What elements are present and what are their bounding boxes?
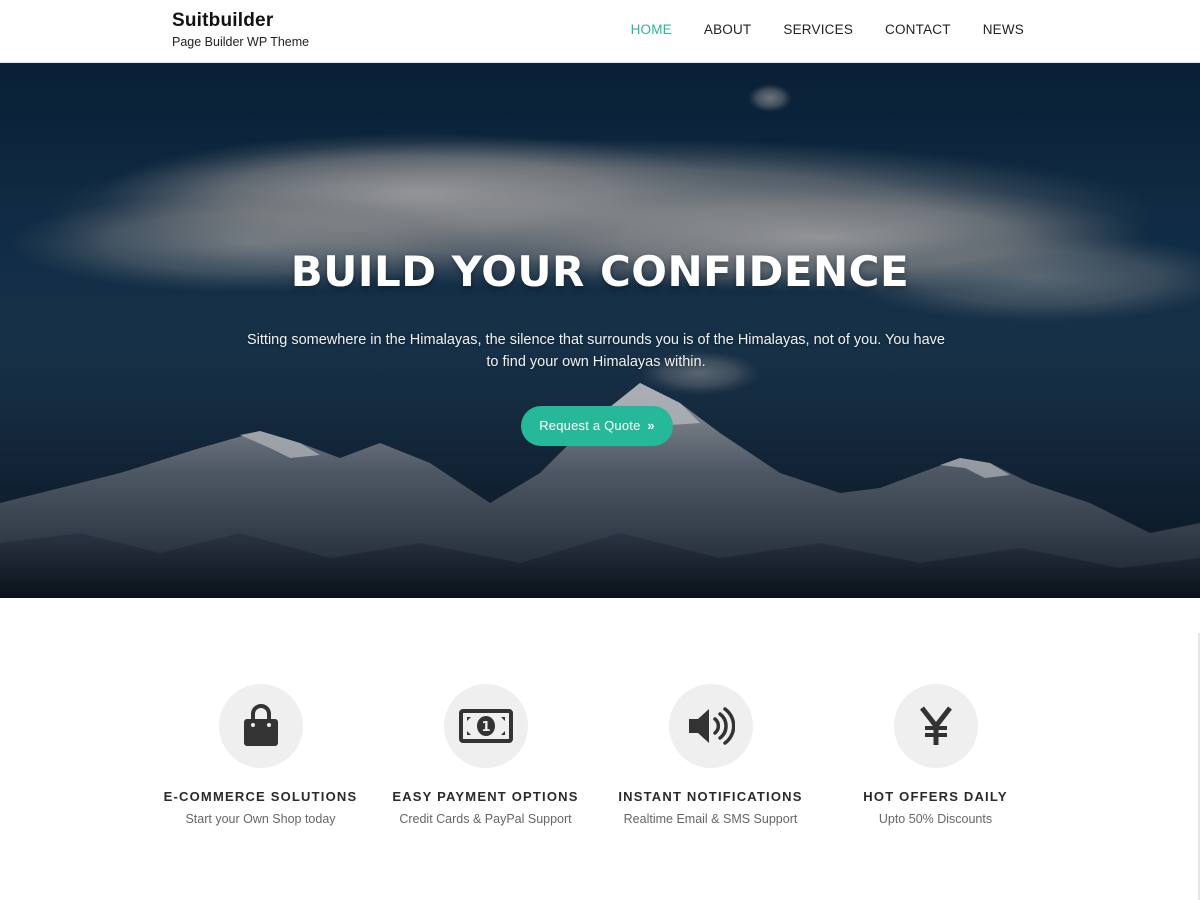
site-title-link[interactable]: Suitbuilder [172,10,309,32]
feature-offers: HOT OFFERS DAILY Upto 50% Discounts [823,684,1048,828]
feature-subtitle: Upto 50% Discounts [878,812,993,826]
nav-item-news[interactable]: NEWS [983,21,1024,39]
feature-icon-circle [218,684,303,768]
volume-up-icon [688,707,735,745]
nav-item-contact[interactable]: CONTACT [885,21,951,39]
feature-payment: 1 EASY PAYMENT OPTIONS Credit Cards & Pa… [373,684,598,828]
site-tagline: Page Builder WP Theme [172,35,310,49]
feature-icon-circle [893,684,978,768]
yen-icon [919,706,952,745]
double-chevron-right-icon: » [647,418,655,433]
feature-title: HOT OFFERS DAILY [863,789,1008,804]
feature-notifications: INSTANT NOTIFICATIONS Realtime Email & S… [598,684,823,828]
money-bill-icon: 1 [458,709,513,743]
feature-ecommerce: E-COMMERCE SOLUTIONS Start your Own Shop… [148,684,373,828]
brand: Suitbuilder Page Builder WP Theme [172,10,309,51]
svg-text:1: 1 [481,720,490,735]
feature-subtitle: Credit Cards & PayPal Support [399,812,572,826]
main-nav: HOME ABOUT SERVICES CONTACT NEWS [599,21,1024,39]
feature-title: EASY PAYMENT OPTIONS [392,789,579,804]
nav-item-about[interactable]: ABOUT [704,21,752,39]
feature-icon-circle [668,684,753,768]
nav-item-home[interactable]: HOME [631,21,672,39]
feature-icon-circle: 1 [443,684,528,768]
shopping-bag-icon [243,704,278,746]
feature-subtitle: Start your Own Shop today [185,812,336,826]
feature-title: E-COMMERCE SOLUTIONS [163,789,358,804]
request-quote-label: Request a Quote [539,418,641,433]
hero-description: Sitting somewhere in the Himalayas, the … [247,332,945,370]
site-header: Suitbuilder Page Builder WP Theme HOME A… [0,0,1200,63]
features-section: E-COMMERCE SOLUTIONS Start your Own Shop… [0,598,1200,900]
feature-title: INSTANT NOTIFICATIONS [618,789,803,804]
hero-title: BUILD YOUR CONFIDENCE [290,247,910,296]
nav-item-services[interactable]: SERVICES [783,21,853,39]
request-quote-button[interactable]: Request a Quote » [521,406,673,446]
feature-subtitle: Realtime Email & SMS Support [623,812,798,826]
hero-banner: BUILD YOUR CONFIDENCE Sitting somewhere … [0,63,1200,598]
